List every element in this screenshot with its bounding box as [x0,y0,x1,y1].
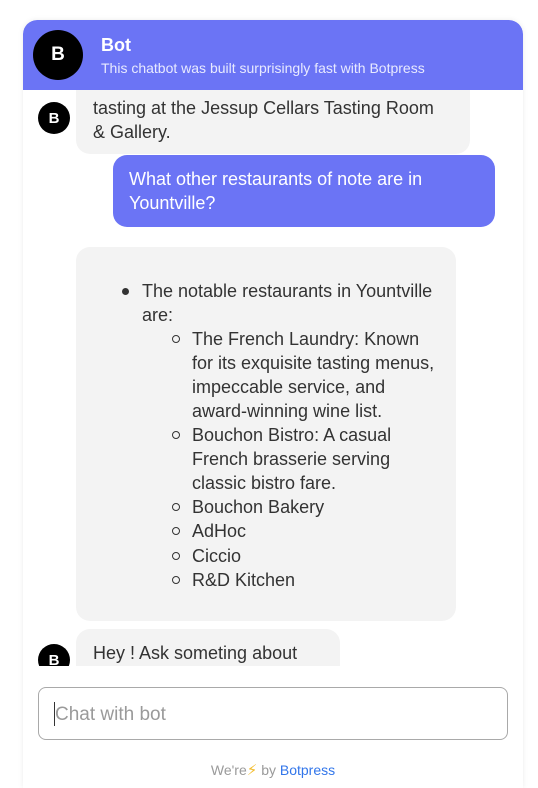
user-message: What other restaurants of note are in Yo… [113,155,495,227]
chat-input-box[interactable] [38,687,508,740]
bolt-icon: ⚡ [246,762,258,779]
bot-avatar: B [33,30,83,80]
footer-prefix: We're [210,762,247,778]
list-item: Bouchon Bistro: A casual French brasseri… [172,423,437,495]
powered-by-footer: We're⚡ by Botpress [23,761,523,779]
message-list[interactable]: B tasting at the Jessup Cellars Tasting … [23,90,523,666]
bot-message: The notable restaurants in Yountville ar… [76,247,456,621]
message-text: tasting at the Jessup Cellars Tasting Ro… [93,98,434,142]
botpress-link[interactable]: Botpress [280,762,335,778]
list-item: The French Laundry: Known for its exquis… [172,327,437,423]
bot-description: This chatbot was built surprisingly fast… [101,60,425,76]
list-item: Bouchon Bakery [172,495,437,519]
bot-message-avatar: B [38,102,70,134]
chat-widget: B Bot This chatbot was built surprisingl… [23,20,523,788]
chat-header: B Bot This chatbot was built surprisingl… [23,20,523,90]
footer-by: by [261,762,276,778]
bot-message-avatar: B [38,644,70,666]
list-item: AdHoc [172,519,437,543]
chat-input[interactable] [53,700,487,730]
list-item: Ciccio [172,544,437,568]
bot-message: tasting at the Jessup Cellars Tasting Ro… [76,90,470,154]
bot-name: Bot [101,35,131,55]
bot-message: Hey ! Ask someting about Wine! [76,629,340,666]
list-item: R&D Kitchen [172,568,437,592]
list-item: The notable restaurants in Yountville ar… [122,279,442,327]
